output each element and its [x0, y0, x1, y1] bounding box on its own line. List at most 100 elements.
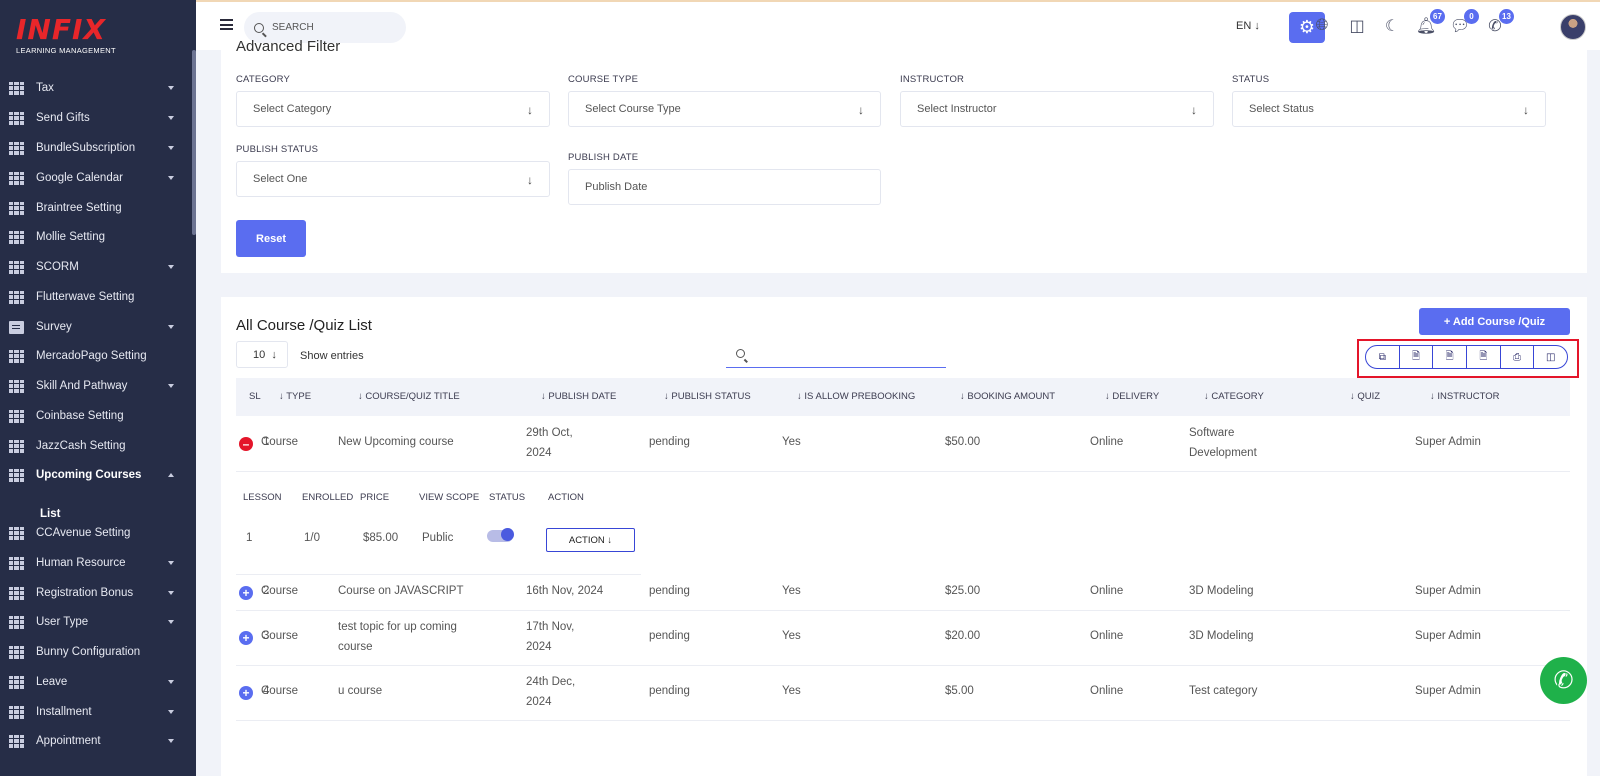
sidebar-item-label: Google Calendar — [36, 172, 123, 184]
detail-lesson: 1 — [246, 532, 253, 544]
sidebar-item-bundlesubscription[interactable]: BundleSubscription — [0, 133, 192, 163]
page-size-select[interactable]: 10 ↓ — [236, 341, 288, 368]
whatsapp-icon[interactable]: ✆ — [1540, 657, 1587, 704]
cell-delivery: Online — [1090, 685, 1124, 697]
cell-title: u course — [338, 685, 383, 697]
sidebar-item-installment[interactable]: Installment — [0, 697, 192, 727]
table-header: SL ↓ TYPE ↓ COURSE/QUIZ TITLE ↓ PUBLISH DAT… — [236, 378, 1570, 416]
detail-column-header: ACTION — [548, 492, 584, 503]
column-header[interactable]: ↓ IS ALLOW PREBOOKING — [797, 391, 915, 402]
status-toggle[interactable] — [487, 528, 514, 542]
column-header[interactable]: ↓ CATEGORY — [1204, 391, 1264, 402]
column-visibility-icon[interactable]: ◫ — [1534, 346, 1567, 368]
search-icon — [254, 22, 264, 33]
sidebar-item-send-gifts[interactable]: Send Gifts — [0, 103, 192, 133]
cell-instructor: Super Admin — [1415, 436, 1481, 448]
collapse-row-icon[interactable]: – — [239, 437, 253, 451]
add-course-quiz-button[interactable]: + Add Course /Quiz — [1419, 308, 1570, 335]
detail-column-header: VIEW SCOPE — [419, 492, 480, 503]
caret-down-icon — [168, 591, 174, 595]
course-type-select[interactable]: Select Course Type ↓ — [568, 91, 881, 127]
message-icon[interactable]: 💬︎ 0 — [1449, 9, 1479, 37]
reset-button[interactable]: Reset — [236, 220, 306, 257]
language-selector[interactable]: EN ↓ — [1236, 20, 1260, 32]
sidebar-item-user-type[interactable]: User Type — [0, 607, 192, 637]
sidebar-item-registration-bonus[interactable]: Registration Bonus — [0, 578, 192, 608]
chat-icon[interactable]: ✆ 13 — [1484, 9, 1514, 37]
column-header[interactable]: ↓ DELIVERY — [1105, 391, 1159, 402]
logo[interactable]: INFIX LEARNING MANAGEMENT — [0, 0, 196, 70]
cell-title: Course on JAVASCRIPT — [338, 585, 464, 597]
sidebar-item-braintree-setting[interactable]: Braintree Setting — [0, 193, 192, 223]
grid-icon — [9, 141, 24, 155]
cell-amount: $5.00 — [945, 685, 974, 697]
expand-row-icon[interactable]: + — [239, 586, 253, 600]
sidebar-item-mollie-setting[interactable]: Mollie Setting — [0, 222, 192, 252]
logo-mark: INFIX — [16, 13, 106, 46]
sidebar-item-skill-and-pathway[interactable]: Skill And Pathway — [0, 371, 192, 401]
arrow-down-icon: ↓ — [1191, 103, 1197, 117]
category-select[interactable]: Select Category ↓ — [236, 91, 550, 127]
bell-icon[interactable]: 🔔︎ 67 — [1415, 9, 1445, 37]
sidebar-subitem-list[interactable]: List — [40, 508, 60, 520]
sidebar-item-human-resource[interactable]: Human Resource — [0, 548, 192, 578]
sidebar-item-appointment[interactable]: Appointment — [0, 726, 192, 756]
cell-delivery: Online — [1090, 585, 1124, 597]
sidebar-item-ccavenue-setting[interactable]: CCAvenue Setting — [0, 518, 192, 548]
sidebar-item-mercadopago-setting[interactable]: MercadoPago Setting — [0, 341, 192, 371]
grid-icon — [9, 586, 24, 600]
cell-prebook: Yes — [782, 630, 801, 642]
column-header[interactable]: SL — [249, 391, 261, 402]
pdf-icon[interactable]: 🗎︎ — [1467, 346, 1501, 368]
column-header[interactable]: ↓ INSTRUCTOR — [1430, 391, 1500, 402]
sidebar-item-tax[interactable]: Tax — [0, 73, 192, 103]
excel-icon[interactable]: 🗎︎ — [1400, 346, 1434, 368]
column-header[interactable]: ↓ COURSE/QUIZ TITLE — [358, 391, 460, 402]
cell-prebook: Yes — [782, 436, 801, 448]
expand-row-icon[interactable]: + — [239, 631, 253, 645]
sidebar-item-upcoming-courses[interactable]: Upcoming Courses — [0, 460, 192, 490]
print-icon[interactable]: ⎙ — [1501, 346, 1535, 368]
course-type-value: Select Course Type — [585, 103, 681, 115]
column-header[interactable]: ↓ TYPE — [279, 391, 311, 402]
cell-delivery: Online — [1090, 436, 1124, 448]
layout-icon[interactable]: ◫ — [1346, 15, 1368, 37]
cell-delivery: Online — [1090, 630, 1124, 642]
menu-toggle-icon[interactable] — [220, 19, 233, 30]
sidebar-scrollbar[interactable] — [192, 50, 196, 235]
publish-date-input[interactable]: Publish Date — [568, 169, 881, 205]
sidebar-item-flutterwave-setting[interactable]: Flutterwave Setting — [0, 282, 192, 312]
copy-icon[interactable]: ⧉ — [1366, 346, 1400, 368]
sidebar-item-label: JazzCash Setting — [36, 440, 126, 452]
sidebar-item-google-calendar[interactable]: Google Calendar — [0, 163, 192, 193]
grid-icon — [9, 111, 24, 125]
caret-down-icon — [168, 680, 174, 684]
publish-status-select[interactable]: Select One ↓ — [236, 161, 550, 197]
sidebar-item-leave[interactable]: Leave — [0, 667, 192, 697]
sidebar-item-coinbase-setting[interactable]: Coinbase Setting — [0, 401, 192, 431]
instructor-select[interactable]: Select Instructor ↓ — [900, 91, 1214, 127]
instructor-label: INSTRUCTOR — [900, 74, 965, 85]
column-header[interactable]: ↓ BOOKING AMOUNT — [960, 391, 1055, 402]
grid-icon — [9, 526, 24, 540]
status-select[interactable]: Select Status ↓ — [1232, 91, 1546, 127]
expand-row-icon[interactable]: + — [239, 686, 253, 700]
column-header[interactable]: ↓ QUIZ — [1350, 391, 1380, 402]
action-dropdown-button[interactable]: ACTION ↓ — [546, 528, 635, 552]
sidebar-item-jazzcash-setting[interactable]: JazzCash Setting — [0, 431, 192, 461]
sidebar-item-label: Coinbase Setting — [36, 410, 124, 422]
sidebar-item-survey[interactable]: Survey — [0, 312, 192, 342]
row-divider — [236, 665, 1570, 666]
globe-icon[interactable]: 🌐︎ — [1311, 15, 1333, 37]
column-header[interactable]: ↓ PUBLISH STATUS — [664, 391, 751, 402]
moon-icon[interactable]: ☾ — [1381, 15, 1403, 37]
column-header[interactable]: ↓ PUBLISH DATE — [541, 391, 616, 402]
cell-status: pending — [649, 585, 690, 597]
sidebar-item-scorm[interactable]: SCORM — [0, 252, 192, 282]
table-search-input[interactable] — [726, 342, 946, 368]
csv-icon[interactable]: 🗎︎ — [1433, 346, 1468, 368]
user-avatar[interactable] — [1560, 14, 1586, 40]
sidebar-item-label: CCAvenue Setting — [36, 527, 131, 539]
cell-date: 17th Nov, 2024 — [526, 621, 575, 653]
sidebar-item-bunny-configuration[interactable]: Bunny Configuration — [0, 637, 192, 667]
